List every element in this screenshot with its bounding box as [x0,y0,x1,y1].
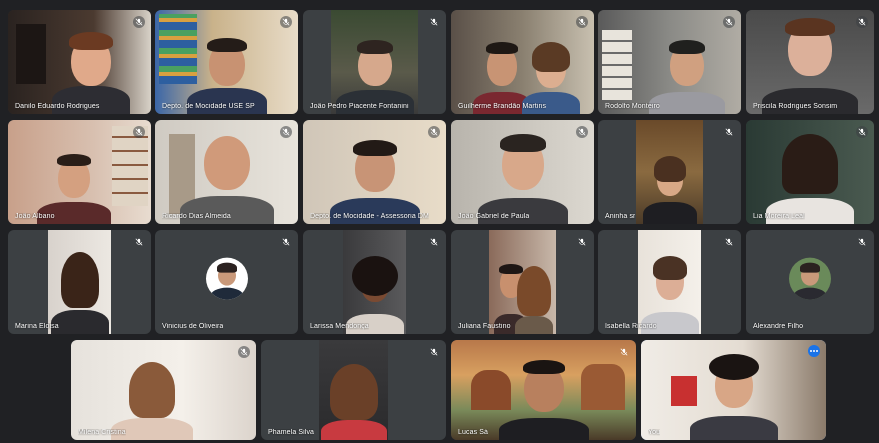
participant-video [765,132,855,224]
participant-tile[interactable]: Aninha sr [598,120,741,224]
participant-name: Rodolfo Monteiro [605,103,660,110]
participant-tile[interactable]: Guilherme Brandão Martins [451,10,594,114]
participant-tile[interactable]: Depto. de Mocidade - Assessoria DM [303,120,446,224]
mic-off-icon [576,16,588,28]
mic-off-icon [576,126,588,138]
participant-video [514,256,554,334]
participant-tile[interactable]: Danilo Eduardo Rodrigues [8,10,151,114]
participant-name: Alexandre Filho [753,323,804,330]
mic-off-icon [723,126,735,138]
self-view-tile[interactable]: You [641,340,826,440]
participant-name: João Gabriel de Paula [458,213,530,220]
mic-off-icon [133,236,145,248]
participant-tile[interactable]: João Albano [8,120,151,224]
participant-avatar [205,257,248,300]
participant-name: João Pedro Piacente Fontanini [310,103,409,110]
participant-tile[interactable]: Vinicius de Oliveira [155,230,298,334]
participant-name: Larissa Mendonça [310,323,369,330]
participant-name: Isabella Ricardo [605,323,657,330]
mic-off-icon [280,16,292,28]
participant-name: Danilo Eduardo Rodrigues [15,103,100,110]
meeting-grid: Danilo Eduardo Rodrigues Depto. de Mocid… [0,0,879,443]
mic-off-icon [723,236,735,248]
participant-name: Priscila Rodrigues Sonsim [753,103,838,110]
participant-tile[interactable]: Depto. de Mocidade USE SP [155,10,298,114]
mic-off-icon [280,126,292,138]
participant-tile[interactable]: Lucas Sá [451,340,636,440]
mic-off-icon [856,126,868,138]
participant-video [642,142,698,224]
participant-name: Lia Moreira Leal [753,213,805,220]
participant-name: You [648,429,661,436]
participant-video [50,246,110,334]
participant-video [648,30,726,114]
participant-name: João Albano [15,213,55,220]
more-options-button[interactable] [808,345,820,357]
participant-video [689,352,779,440]
participant-avatar [789,257,831,300]
participant-video [110,356,194,440]
participant-tile[interactable]: Isabella Ricardo [598,230,741,334]
mic-off-icon [428,126,440,138]
participant-name: Depto. de Mocidade - Assessoria DM [310,213,429,220]
participant-video [335,26,415,114]
mic-off-icon [723,16,735,28]
participant-video [36,142,112,224]
participant-tile[interactable]: Larissa Mendonça [303,230,446,334]
mic-off-icon [618,346,630,358]
participant-tile[interactable]: Rodolfo Monteiro [598,10,741,114]
mic-off-icon [856,16,868,28]
participant-video [179,132,275,224]
mic-off-icon [133,126,145,138]
participant-name: Depto. de Mocidade USE SP [162,103,255,110]
participant-video [186,26,268,114]
participant-video [640,248,700,334]
participant-video [498,356,590,440]
participant-video [762,18,858,114]
participant-tile[interactable]: Phamela Silva [261,340,446,440]
participant-video [320,356,388,440]
mic-off-icon [133,16,145,28]
participant-tile[interactable]: João Pedro Piacente Fontanini [303,10,446,114]
participant-video [51,22,131,114]
participant-video [521,32,581,114]
mic-off-icon [238,346,250,358]
participant-name: Guilherme Brandão Martins [458,103,547,110]
participant-tile[interactable]: Milena Cristina [71,340,256,440]
participant-name: Juliana Faustino [458,323,511,330]
participant-tile[interactable]: Lia Moreira Leal [746,120,874,224]
participant-name: Milena Cristina [78,429,126,436]
mic-off-icon [576,236,588,248]
participant-name: Vinicius de Oliveira [162,323,224,330]
mic-off-icon [280,236,292,248]
participant-name: Lucas Sá [458,429,488,436]
participant-tile[interactable]: Ricardo Dias Almeida [155,120,298,224]
mic-off-icon [428,236,440,248]
mic-off-icon [856,236,868,248]
participant-tile[interactable]: Alexandre Filho [746,230,874,334]
participant-video [329,134,421,224]
participant-name: Phamela Silva [268,429,315,436]
participant-video [345,250,405,334]
mic-off-icon [428,346,440,358]
participant-tile[interactable]: João Gabriel de Paula [451,120,594,224]
participant-tile[interactable]: Juliana Faustino [451,230,594,334]
participant-name: Aninha sr [605,213,636,220]
participant-video [477,132,569,224]
participant-tile[interactable]: Priscila Rodrigues Sonsim [746,10,874,114]
participant-tile[interactable]: Marina Eloisa [8,230,151,334]
participant-name: Ricardo Dias Almeida [162,213,231,220]
participant-name: Marina Eloisa [15,323,59,330]
mic-off-icon [428,16,440,28]
